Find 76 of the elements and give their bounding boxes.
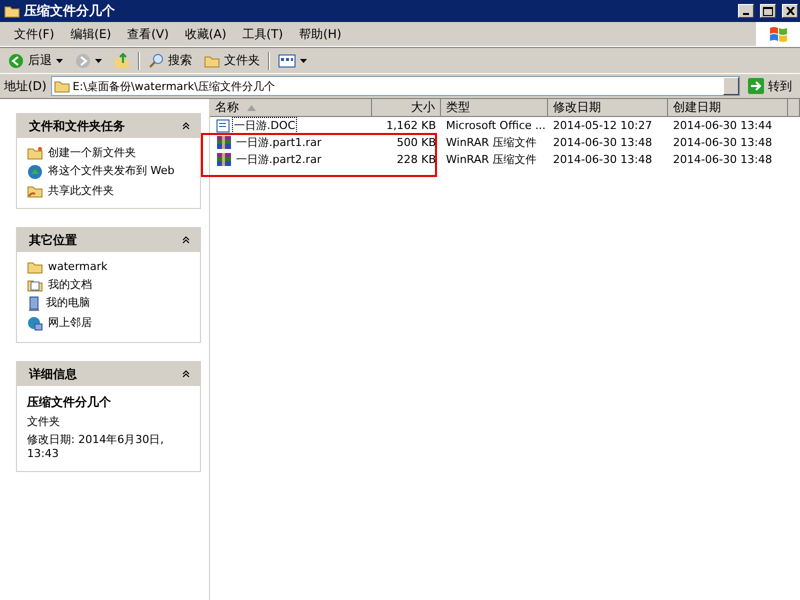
task-link[interactable]: 共享此文件夹 [27,184,190,198]
details-name: 压缩文件分几个 [27,394,112,411]
views-icon [278,54,296,68]
minimize-button[interactable] [738,4,754,18]
caret-icon [95,58,102,62]
search-icon [148,52,164,68]
task-link[interactable]: 我的文档 [27,278,190,292]
folder-up-icon [114,52,130,68]
table-cell-text: 2014-06-30 13:48 [672,153,774,166]
panel-header[interactable]: 详细信息 [17,362,200,386]
table-cell-text: 2014-06-30 13:48 [552,153,654,166]
table-cell-text: 500 KB [396,136,437,149]
column-header[interactable] [788,99,800,117]
sort-arrow-icon [247,104,256,110]
documents-icon [27,278,43,292]
address-field[interactable]: E:\桌面备份\watermark\压缩文件分几个 [50,76,740,96]
table-cell-text: 1,162 KB [385,119,437,132]
column-header[interactable]: 修改日期 [548,99,668,117]
menu-item[interactable]: 工具(T) [234,26,292,42]
file-name[interactable]: 一日游.part1.rar [234,134,324,151]
computer-icon [27,296,41,312]
column-header[interactable]: 创建日期 [668,99,788,117]
folder-icon [54,79,70,93]
folder-icon [204,54,220,68]
table-cell-text: 228 KB [396,153,437,166]
back-button[interactable]: 后退 [4,52,67,69]
caret-icon [300,58,307,62]
collapse-chevron-icon[interactable] [182,236,190,244]
task-link[interactable]: 创建一个新文件夹 [27,146,190,160]
table-cell-text: WinRAR 压缩文件 [445,152,538,167]
menu-item[interactable]: 帮助(H) [291,26,350,42]
network-icon [27,316,43,332]
details-type: 文件夹 [27,415,61,429]
task-link[interactable]: 网上邻居 [27,316,190,332]
go-button[interactable]: 转到 [744,78,796,94]
task-link[interactable]: 我的电脑 [27,296,190,312]
window-title: 压缩文件分几个 [24,2,116,20]
file-name[interactable]: 一日游.part2.rar [234,151,324,168]
maximize-button[interactable] [760,4,776,18]
globe-icon [27,164,43,180]
maximize-icon [763,6,773,16]
shared-folder-icon [27,184,43,198]
collapse-chevron-icon[interactable] [182,122,190,130]
document-icon [216,118,230,132]
menu-item[interactable]: 文件(F) [6,26,62,42]
table-cell-text: Microsoft Office ... [445,119,547,132]
panel-header[interactable]: 其它位置 [17,228,200,252]
task-link[interactable]: 将这个文件夹发布到 Web [27,164,190,180]
table-cell-text: WinRAR 压缩文件 [445,135,538,150]
column-header[interactable]: 类型 [441,99,548,117]
column-header[interactable]: 大小 [372,99,441,117]
panel-header[interactable]: 文件和文件夹任务 [17,114,200,138]
caret-icon [56,58,63,62]
details-modified: 修改日期: 2014年6月30日, 13:43 [27,433,165,461]
go-arrow-icon [748,78,764,94]
folder-icon [27,146,43,160]
menu-item[interactable]: 编辑(E) [62,26,120,42]
collapse-chevron-icon[interactable] [182,370,190,378]
archive-icon [216,135,232,150]
table-cell-text: 2014-06-30 13:44 [672,119,774,132]
table-cell-text: 2014-06-30 13:48 [552,136,654,149]
close-icon [786,7,794,15]
task-link[interactable]: watermark [27,260,190,274]
folder-icon [4,4,20,18]
menu-item[interactable]: 收藏(A) [176,26,234,42]
table-cell-text: 2014-05-12 10:27 [552,119,654,132]
close-button[interactable] [782,4,798,18]
file-name[interactable]: 一日游.DOC [232,117,298,134]
folder-icon [27,260,43,274]
archive-icon [216,152,232,167]
folders-button[interactable]: 文件夹 [200,52,264,69]
table-cell-text: 2014-06-30 13:48 [672,136,774,149]
search-button[interactable]: 搜索 [144,52,196,69]
menu-item[interactable]: 查看(V) [119,26,177,42]
address-label: 地址(D) [4,78,47,94]
column-header[interactable]: 名称 [210,99,372,117]
